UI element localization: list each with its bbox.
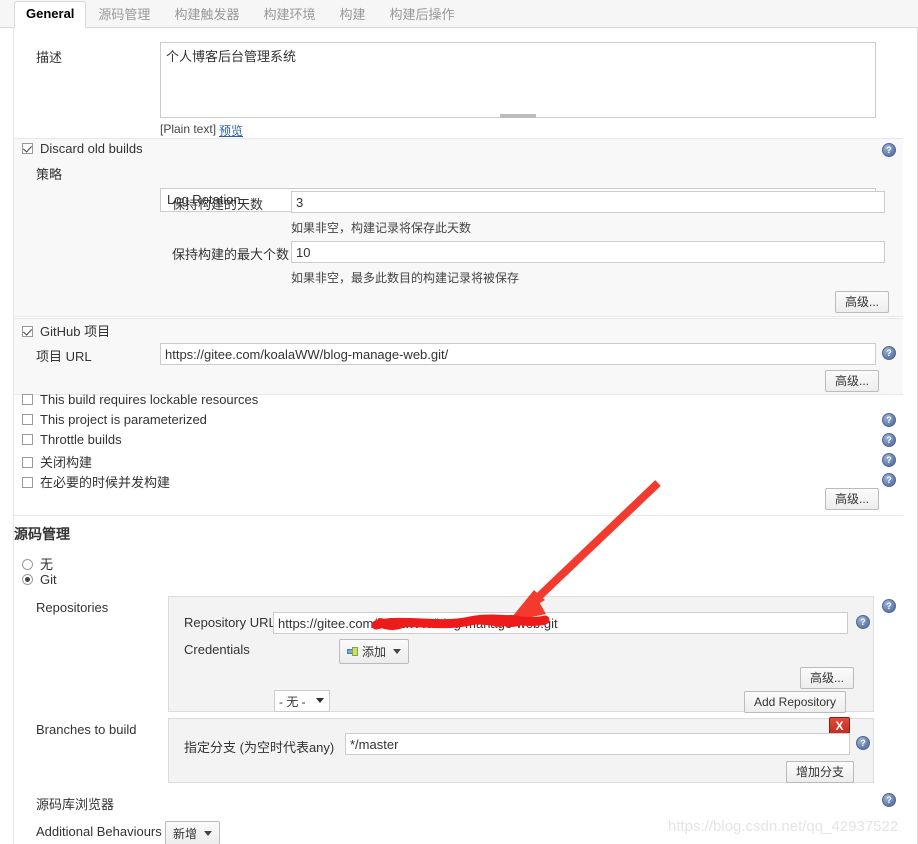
discard-old-builds-label: Discard old builds	[40, 141, 143, 156]
discard-old-builds-help-icon[interactable]: ?	[882, 143, 896, 157]
option-lockable-resources-row[interactable]: This build requires lockable resources	[22, 392, 258, 407]
branch-specifier-input[interactable]	[345, 733, 850, 755]
repository-url-help-icon[interactable]: ?	[856, 615, 870, 629]
add-credentials-label: 添加	[362, 645, 387, 659]
option-throttle-builds-label: Throttle builds	[40, 432, 122, 447]
scm-radio-git-row[interactable]: Git	[22, 572, 57, 587]
option-concurrent-build-help-icon[interactable]: ?	[882, 473, 896, 487]
section-divider	[14, 515, 903, 516]
option-concurrent-build-checkbox[interactable]	[22, 477, 33, 488]
add-branch-button[interactable]: 增加分支	[786, 761, 855, 783]
scm-radio-none-row[interactable]: 无	[22, 554, 53, 573]
days-to-keep-label: 保持构建的天数	[172, 197, 264, 212]
strategy-label: 策略	[36, 167, 63, 182]
tab-build-triggers[interactable]: 构建触发器	[162, 2, 251, 28]
option-parameterized-checkbox[interactable]	[22, 414, 33, 425]
tab-build[interactable]: 构建	[327, 2, 377, 28]
tab-build-environment[interactable]: 构建环境	[251, 2, 327, 28]
csdn-watermark: https://blog.csdn.net/qq_42937522	[668, 818, 899, 835]
repository-url-label: Repository URL	[184, 615, 276, 630]
scm-radio-none-label: 无	[40, 557, 54, 572]
max-builds-input[interactable]	[291, 241, 885, 263]
add-credentials-button[interactable]: 添加	[339, 639, 410, 664]
discard-old-builds-checkbox-row[interactable]: Discard old builds	[22, 141, 143, 156]
option-concurrent-build-label: 在必要的时候并发构建	[40, 475, 171, 490]
description-label: 描述	[36, 50, 63, 65]
option-throttle-builds-help-icon[interactable]: ?	[882, 433, 896, 447]
option-disable-build-help-icon[interactable]: ?	[882, 453, 896, 467]
tab-scm[interactable]: 源码管理	[86, 2, 162, 28]
scm-advanced-button[interactable]: 高级...	[800, 667, 855, 689]
repositories-help-icon[interactable]: ?	[882, 599, 896, 613]
credentials-select[interactable]: - 无 -	[274, 690, 330, 712]
add-credential-icon	[347, 647, 358, 656]
preview-link[interactable]: 预览	[219, 122, 243, 139]
repository-browser-label: 源码库浏览器	[36, 797, 115, 812]
max-builds-hint: 如果非空，最多此数目的构建记录将被保存	[291, 271, 520, 285]
discard-advanced-button[interactable]: 高级...	[835, 291, 890, 313]
project-url-help-icon[interactable]: ?	[882, 346, 896, 360]
github-project-label: GitHub 项目	[40, 324, 111, 339]
max-builds-label: 保持构建的最大个数	[172, 247, 290, 262]
option-lockable-resources-label: This build requires lockable resources	[40, 392, 259, 407]
scm-section-title: 源码管理	[14, 526, 70, 542]
plain-text-label: [Plain text]	[160, 122, 217, 136]
option-parameterized-help-icon[interactable]: ?	[882, 413, 896, 427]
description-textarea[interactable]	[160, 42, 876, 118]
tab-post-build-actions[interactable]: 构建后操作	[377, 2, 466, 28]
option-concurrent-build-row[interactable]: 在必要的时候并发构建	[22, 472, 170, 491]
add-behaviour-label: 新增	[173, 827, 198, 841]
days-to-keep-hint: 如果非空，构建记录将保存此天数	[291, 221, 472, 235]
github-project-checkbox-row[interactable]: GitHub 项目	[22, 321, 110, 340]
project-url-input[interactable]	[160, 343, 876, 365]
credentials-label: Credentials	[184, 642, 250, 657]
chevron-down-icon	[204, 831, 213, 836]
option-disable-build-row[interactable]: 关闭构建	[22, 452, 92, 471]
project-url-label: 项目 URL	[36, 349, 92, 364]
chevron-down-icon	[393, 649, 402, 654]
additional-behaviours-label: Additional Behaviours	[36, 824, 162, 839]
scm-radio-git-label: Git	[40, 572, 57, 587]
discard-old-builds-checkbox[interactable]	[22, 143, 33, 154]
tab-general[interactable]: General	[14, 1, 87, 28]
textarea-resize-grip[interactable]	[500, 114, 536, 118]
option-parameterized-label: This project is parameterized	[40, 412, 207, 427]
repositories-label: Repositories	[36, 600, 109, 615]
option-throttle-builds-checkbox[interactable]	[22, 434, 33, 445]
branches-to-build-label: Branches to build	[36, 722, 137, 737]
option-lockable-resources-checkbox[interactable]	[22, 394, 33, 405]
github-advanced-button[interactable]: 高级...	[825, 370, 880, 392]
option-parameterized-row[interactable]: This project is parameterized	[22, 412, 207, 427]
days-to-keep-input[interactable]	[291, 191, 885, 213]
general-advanced-button[interactable]: 高级...	[825, 488, 880, 510]
scm-radio-none[interactable]	[22, 559, 33, 570]
chevron-down-icon	[316, 698, 324, 703]
repository-url-input[interactable]	[273, 612, 848, 634]
repository-browser-help-icon[interactable]: ?	[882, 793, 896, 807]
jenkins-job-config-page: General 源码管理 构建触发器 构建环境 构建 构建后操作 描述 [Pla…	[0, 0, 918, 844]
option-disable-build-checkbox[interactable]	[22, 457, 33, 468]
branch-specifier-label: 指定分支 (为空时代表any)	[184, 740, 335, 755]
add-behaviour-button[interactable]: 新增	[165, 821, 221, 844]
config-tab-bar: General 源码管理 构建触发器 构建环境 构建 构建后操作	[0, 0, 918, 28]
option-disable-build-label: 关闭构建	[40, 455, 93, 470]
branch-specifier-help-icon[interactable]: ?	[856, 736, 870, 750]
scm-radio-git[interactable]	[22, 574, 33, 585]
add-repository-button[interactable]: Add Repository	[744, 691, 847, 713]
credentials-select-value: - 无 -	[279, 695, 306, 709]
github-project-checkbox[interactable]	[22, 326, 33, 337]
option-throttle-builds-row[interactable]: Throttle builds	[22, 432, 122, 447]
